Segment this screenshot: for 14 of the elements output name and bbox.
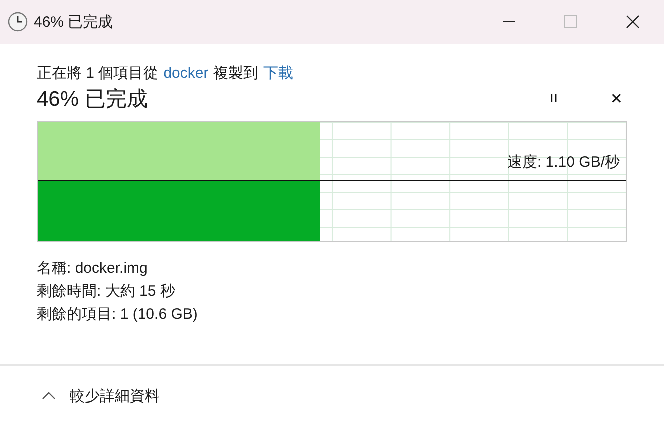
- clock-icon: [8, 12, 28, 32]
- detail-text: 名稱: docker.img: [37, 259, 149, 279]
- detail-text: 剩餘的項目: 1 (10.6 GB): [37, 305, 199, 325]
- pause-button[interactable]: II: [546, 91, 562, 107]
- destination-link[interactable]: 下載: [264, 64, 294, 84]
- progress-heading: 46% 已完成: [37, 87, 148, 113]
- detail-text: 剩餘時間: 大約 15 秒: [37, 282, 176, 302]
- copy-status-text: 正在將 1 個項目從: [37, 64, 159, 84]
- window-title: 46% 已完成: [34, 12, 114, 32]
- copy-status-text: 複製到: [214, 64, 259, 84]
- cancel-button[interactable]: ✕: [606, 88, 627, 110]
- source-link[interactable]: docker: [164, 64, 209, 84]
- speed-reading: 速度: 1.10 GB/秒: [507, 153, 620, 172]
- details-toggle[interactable]: 較少詳細資料: [36, 382, 166, 410]
